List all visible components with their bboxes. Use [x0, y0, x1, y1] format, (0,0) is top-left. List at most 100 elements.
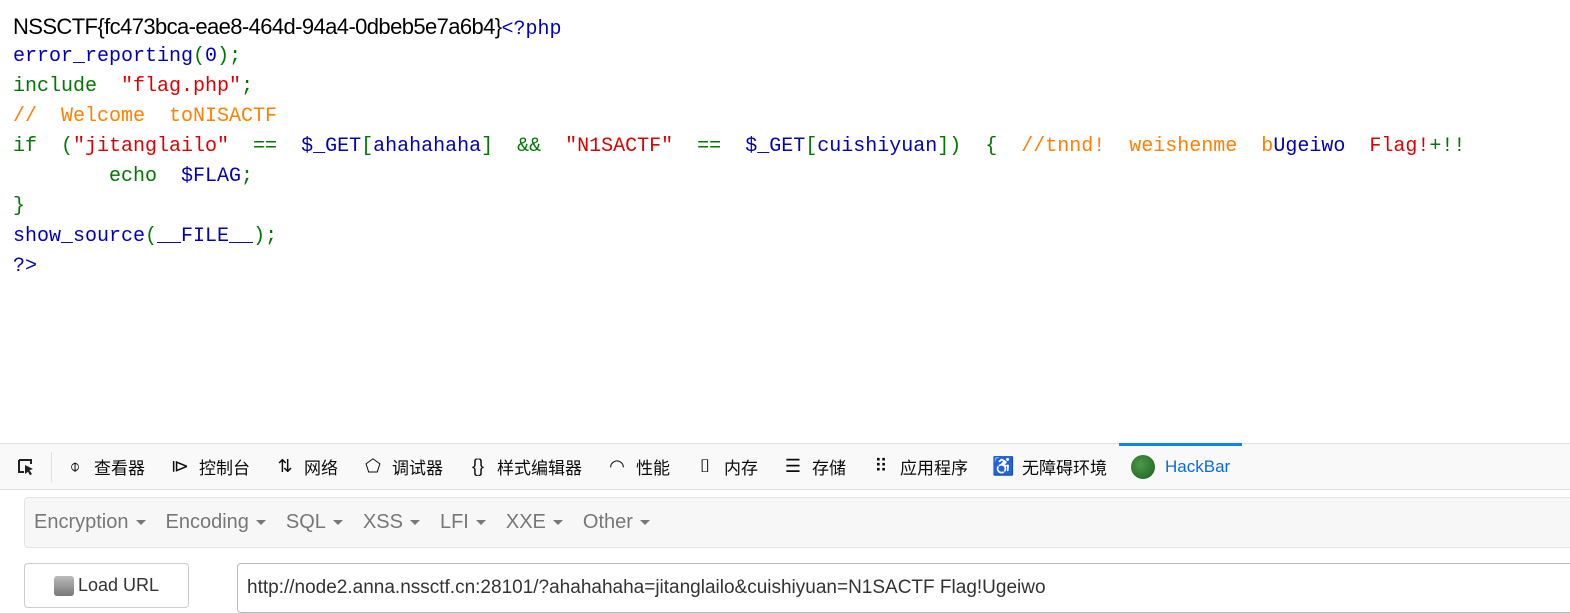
code-token-default: show_source: [13, 225, 146, 248]
code-token-default: $FLAG: [181, 165, 242, 188]
tab-label: 应用程序: [900, 459, 968, 478]
devtools-tab-storage[interactable]: ☰ 存储: [770, 444, 858, 489]
code-token-default: cuishiyuan: [817, 135, 938, 158]
menu-xxe[interactable]: XXE: [497, 511, 574, 534]
devtools-tab-performance[interactable]: ◠ 性能: [594, 444, 682, 489]
code-line: ?>: [13, 252, 1465, 282]
debugger-icon: ⬠: [365, 456, 381, 476]
menu-other[interactable]: Other: [574, 511, 661, 534]
storage-icon: ☰: [784, 456, 802, 476]
code-token-keyword: );: [217, 45, 242, 68]
code-line: include "flag.php";: [13, 72, 1465, 102]
code-token-string: "N1SACTF": [565, 135, 674, 158]
load-url-button[interactable]: Load URL: [24, 563, 189, 608]
code-token-keyword: ] &&: [481, 135, 566, 158]
flag-output: NSSCTF{fc473bca-eae8-464d-94a4-0dbeb5e7a…: [13, 14, 502, 39]
caret-down-icon: [409, 520, 420, 525]
code-line: }: [13, 192, 1465, 222]
load-url-icon: [53, 575, 74, 596]
picker-icon: [17, 458, 33, 475]
code-line: if ("jitanglailo" == $_GET[ahahahaha] &&…: [13, 132, 1465, 162]
code-token-string: "jitanglailo": [73, 135, 230, 158]
devtools-tab-accessibility[interactable]: ♿ 无障碍环境: [980, 444, 1119, 489]
menu-label: XXE: [505, 511, 546, 533]
code-line: show_source(__FILE__);: [13, 222, 1465, 252]
caret-down-icon: [255, 520, 266, 525]
caret-down-icon: [552, 520, 563, 525]
menu-xss[interactable]: XSS: [354, 511, 431, 534]
code-token-keyword: ;: [241, 75, 254, 98]
code-line: error_reporting(0);: [13, 42, 1465, 72]
menu-encoding[interactable]: Encoding: [157, 511, 277, 534]
code-token-default: $_GET: [745, 135, 806, 158]
code-token-comment: //tnnd! weishenme b: [1021, 135, 1274, 158]
code-token-default: ?>: [13, 255, 38, 278]
devtools-toolbar: ⌽ 查看器 ⧐ 控制台 ⇅ 网络 ⬠ 调试器 {} 样式编辑器 ◠ 性能 ⌷ 内存 ☰ 存储 ⠿ 应用程序 ♿ 无障碍…: [0, 443, 1570, 490]
code-token-keyword: (: [145, 225, 158, 248]
devtools-tab-style-editor[interactable]: {} 样式编辑器: [455, 444, 594, 489]
menu-sql[interactable]: SQL: [277, 511, 354, 534]
style-editor-icon: {}: [471, 456, 485, 476]
devtools-tab-application[interactable]: ⠿ 应用程序: [858, 444, 980, 489]
tab-label: 性能: [636, 459, 670, 478]
tab-label: 样式编辑器: [497, 459, 582, 478]
devtools-tab-network[interactable]: ⇅ 网络: [262, 444, 350, 489]
devtools-tab-console[interactable]: ⧐ 控制台: [157, 444, 262, 489]
code-line: NSSCTF{fc473bca-eae8-464d-94a4-0dbeb5e7a…: [13, 12, 1465, 42]
menu-label: Other: [582, 511, 633, 533]
performance-icon: ◠: [609, 456, 625, 476]
code-token-comment: // Welcome toNISACTF: [13, 105, 278, 128]
code-token-default: Ugeiwo: [1273, 135, 1370, 158]
console-icon: ⧐: [171, 456, 189, 476]
code-token-keyword: +!!: [1429, 135, 1466, 158]
code-token-keyword: ==: [229, 135, 302, 158]
menu-encryption[interactable]: Encryption: [25, 511, 157, 534]
devtools-tab-debugger[interactable]: ⬠ 调试器: [350, 444, 455, 489]
menu-lfi[interactable]: LFI: [431, 511, 497, 534]
devtools-tab-memory[interactable]: ⌷ 内存: [682, 444, 770, 489]
menu-label: Encryption: [34, 511, 129, 533]
page-content: NSSCTF{fc473bca-eae8-464d-94a4-0dbeb5e7a…: [13, 12, 1465, 282]
devtools-tabs: ⌽ 查看器 ⧐ 控制台 ⇅ 网络 ⬠ 调试器 {} 样式编辑器 ◠ 性能 ⌷ 内存 ☰ 存储 ⠿ 应用程序 ♿ 无障碍…: [52, 443, 1243, 489]
element-picker-button[interactable]: [0, 451, 52, 482]
tab-label: 内存: [724, 459, 758, 478]
code-token-string: Flag!: [1369, 135, 1430, 158]
code-token-default: <?php: [501, 18, 562, 41]
memory-icon: ⌷: [699, 456, 711, 476]
tab-label: 调试器: [392, 459, 443, 478]
url-input[interactable]: [237, 563, 1570, 613]
code-token-keyword: [: [361, 135, 374, 158]
code-token-default: error_reporting: [13, 45, 194, 68]
code-token-keyword: [: [805, 135, 818, 158]
code-token-default: ahahahaha: [373, 135, 482, 158]
caret-down-icon: [135, 520, 146, 525]
network-icon: ⇅: [277, 456, 293, 476]
code-token-keyword: }: [13, 195, 26, 218]
tab-hackbar[interactable]: HackBar: [1119, 443, 1243, 489]
hackbar-menubar: Encryption Encoding SQL XSS LFI XXE Other: [24, 497, 1570, 548]
code-token-keyword: if (: [13, 135, 74, 158]
tab-label: HackBar: [1165, 456, 1231, 476]
devtools-tab-inspector[interactable]: ⌽ 查看器: [52, 444, 157, 489]
menu-label: Encoding: [165, 511, 249, 533]
code-token-keyword: include: [13, 75, 122, 98]
tab-label: 网络: [304, 459, 338, 478]
code-token-keyword: ]) {: [937, 135, 1022, 158]
php-source: NSSCTF{fc473bca-eae8-464d-94a4-0dbeb5e7a…: [13, 12, 1465, 282]
hackbar-icon: [1131, 454, 1155, 479]
caret-down-icon: [332, 520, 343, 525]
accessibility-icon: ♿: [992, 456, 1015, 476]
application-icon: ⠿: [874, 456, 888, 476]
caret-down-icon: [639, 520, 650, 525]
inspector-icon: ⌽: [69, 456, 81, 476]
code-line: echo $FLAG;: [13, 162, 1465, 192]
tab-label: 查看器: [94, 459, 145, 478]
tab-label: 控制台: [199, 459, 250, 478]
menu-label: SQL: [285, 511, 326, 533]
code-token-keyword: ;: [241, 165, 254, 188]
menu-label: XSS: [362, 511, 403, 533]
code-token-default: $_GET: [301, 135, 362, 158]
tab-label: 存储: [812, 459, 846, 478]
caret-down-icon: [475, 520, 486, 525]
code-token-keyword: ==: [673, 135, 746, 158]
